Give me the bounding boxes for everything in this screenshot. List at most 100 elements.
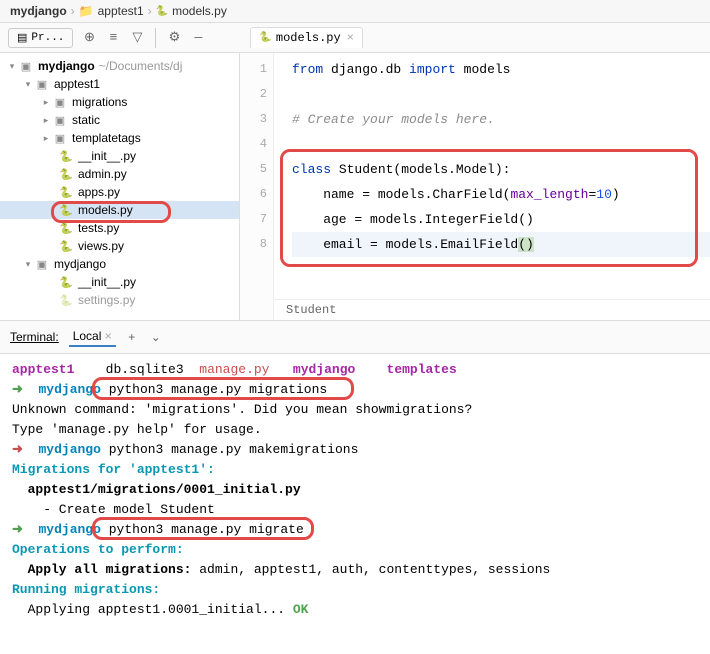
tree-file-settings[interactable]: 🐍settings.py: [0, 291, 239, 309]
code-keyword: class: [292, 162, 331, 177]
term-output: Operations to perform:: [12, 542, 184, 557]
python-file-icon: 🐍: [156, 6, 168, 17]
term-output: Migrations for 'apptest1':: [12, 462, 215, 477]
close-icon[interactable]: ×: [347, 31, 354, 45]
project-tree[interactable]: ▾▣mydjango~/Documents/dj ▾▣apptest1 ▸▣mi…: [0, 53, 240, 320]
tree-folder-mydjango[interactable]: ▾▣mydjango: [0, 255, 239, 273]
term-text: apptest1: [12, 362, 74, 377]
term-command: python3 manage.py migrate: [109, 522, 304, 537]
terminal-header: Terminal: Local × + ⌄: [0, 321, 710, 354]
python-file-icon: 🐍: [58, 148, 74, 164]
python-file-icon: 🐍: [58, 238, 74, 254]
prompt-arrow-icon: ➜: [12, 522, 39, 537]
code-text: models: [456, 62, 511, 77]
terminal-title[interactable]: Terminal:: [10, 330, 59, 344]
terminal-body[interactable]: apptest1 db.sqlite3 manage.py mydjango t…: [0, 354, 710, 654]
tree-label: views.py: [78, 239, 124, 253]
term-text: db.sqlite3: [106, 362, 184, 377]
tree-project-root[interactable]: ▾▣mydjango~/Documents/dj: [0, 57, 239, 75]
tree-folder-apptest1[interactable]: ▾▣apptest1: [0, 75, 239, 93]
code-text: age = models.IntegerField(): [292, 212, 534, 227]
tree-label: migrations: [72, 95, 127, 109]
code-editor[interactable]: 12345678 from django.db import models # …: [240, 53, 710, 320]
editor-tab[interactable]: 🐍 models.py ×: [250, 27, 362, 48]
code-comment: # Create your models here.: [292, 112, 495, 127]
breadcrumb-root[interactable]: mydjango: [10, 4, 67, 18]
folder-icon: ▣: [52, 94, 68, 110]
term-output: admin, apptest1, auth, contenttypes, ses…: [199, 562, 550, 577]
code-text: ): [612, 187, 620, 202]
term-text: mydjango: [293, 362, 355, 377]
filter-icon[interactable]: ▽: [125, 26, 149, 50]
code-text: django.db: [323, 62, 409, 77]
target-icon[interactable]: ⊕: [77, 26, 101, 50]
chevron-right-icon: ▸: [40, 97, 52, 108]
divider: [155, 28, 156, 48]
tree-label: tests.py: [78, 221, 119, 235]
term-output: Applying apptest1.0001_initial...: [12, 602, 285, 617]
add-terminal-button[interactable]: +: [120, 325, 144, 349]
toolbar: ▤Pr... ⊕ ≡ ▽ ⚙ — 🐍 models.py ×: [0, 23, 710, 53]
code-content[interactable]: from django.db import models # Create yo…: [274, 53, 710, 257]
tree-path: ~/Documents/dj: [99, 59, 183, 73]
tree-file-apps[interactable]: 🐍apps.py: [0, 183, 239, 201]
code-text: Student(models.Model):: [331, 162, 510, 177]
breadcrumb-file[interactable]: models.py: [172, 4, 227, 18]
tree-folder-templatetags[interactable]: ▸▣templatetags: [0, 129, 239, 147]
term-prompt: mydjango: [39, 442, 101, 457]
tree-file-admin[interactable]: 🐍 admin.py: [0, 165, 239, 183]
chevron-right-icon: ▸: [40, 115, 52, 126]
term-prompt: mydjango: [39, 382, 101, 397]
tree-label: mydjango: [54, 257, 106, 271]
terminal-tab-local[interactable]: Local ×: [69, 327, 116, 347]
code-caret: (): [518, 237, 534, 252]
chevron-right-icon: ›: [71, 4, 75, 18]
prompt-arrow-icon: ➜: [12, 442, 39, 457]
code-number: 10: [596, 187, 612, 202]
breadcrumb-folder[interactable]: apptest1: [98, 4, 144, 18]
term-output: Unknown command: 'migrations'. Did you m…: [12, 400, 698, 420]
python-file-icon: 🐍: [259, 32, 271, 44]
tree-file-views[interactable]: 🐍 views.py: [0, 237, 239, 255]
folder-icon: ▣: [52, 130, 68, 146]
chevron-right-icon: ›: [148, 4, 152, 18]
project-selector[interactable]: ▤Pr...: [8, 28, 73, 48]
tree-file-init[interactable]: 🐍__init__.py: [0, 147, 239, 165]
tree-file-tests[interactable]: 🐍tests.py: [0, 219, 239, 237]
tree-label: models.py: [78, 203, 133, 217]
term-output: - Create model Student: [12, 500, 698, 520]
tree-label: __init__.py: [78, 275, 136, 289]
term-text: manage.py: [199, 362, 269, 377]
tree-label: static: [72, 113, 100, 127]
tree-label: apps.py: [78, 185, 120, 199]
tree-label: templatetags: [72, 131, 141, 145]
tree-label: apptest1: [54, 77, 100, 91]
code-keyword: from: [292, 62, 323, 77]
tab-label: models.py: [276, 31, 341, 45]
tree-folder-migrations[interactable]: ▸▣ migrations: [0, 93, 239, 111]
chevron-down-icon: ▾: [22, 79, 34, 90]
tree-folder-static[interactable]: ▸▣static: [0, 111, 239, 129]
close-icon[interactable]: ×: [105, 329, 112, 343]
term-command: python3 manage.py makemigrations: [109, 442, 359, 457]
tree-label: admin.py: [78, 167, 127, 181]
line-gutter: 12345678: [240, 53, 274, 320]
collapse-icon[interactable]: —: [186, 26, 210, 50]
sort-icon[interactable]: ≡: [101, 26, 125, 50]
code-text: name = models.CharField(: [292, 187, 510, 202]
prompt-arrow-icon: ➜: [12, 382, 39, 397]
python-file-icon: 🐍: [58, 166, 74, 182]
folder-icon: ▣: [34, 256, 50, 272]
tree-label: settings.py: [78, 293, 135, 307]
chevron-down-icon: ▾: [6, 61, 18, 72]
code-text: email = models.EmailField: [292, 237, 518, 252]
chevron-down-icon[interactable]: ⌄: [144, 325, 168, 349]
tree-file-init2[interactable]: 🐍 __init__.py: [0, 273, 239, 291]
python-file-icon: 🐍: [58, 202, 74, 218]
tree-file-models[interactable]: 🐍 models.py: [0, 201, 239, 219]
python-file-icon: 🐍: [58, 274, 74, 290]
term-command: python3 manage.py migrations: [109, 382, 327, 397]
gear-icon[interactable]: ⚙: [162, 26, 186, 50]
editor-breadcrumb[interactable]: Student: [274, 299, 710, 320]
term-text: templates: [387, 362, 457, 377]
